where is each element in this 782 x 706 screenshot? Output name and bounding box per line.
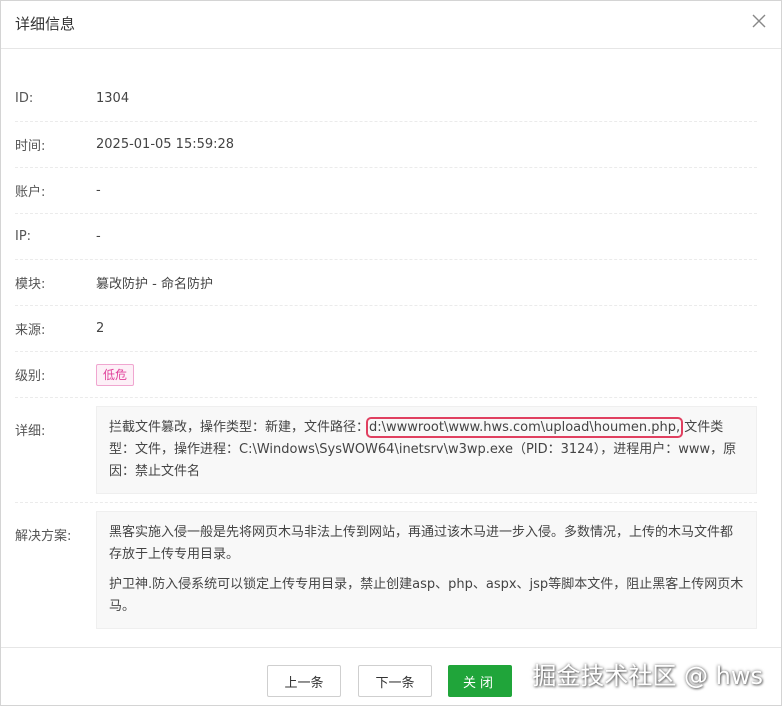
ip-label: IP:	[15, 229, 32, 244]
row-id: ID: 1304	[15, 76, 757, 122]
row-account: 账户: -	[15, 168, 757, 214]
module-label: 模块:	[15, 277, 46, 292]
solution-paragraph: 黑客实施入侵一般是先将网页木马非法上传到网站，再通过该木马进一步入侵。多数情况，…	[109, 525, 734, 562]
dialog-body: ID: 1304 时间: 2025-01-05 15:59:28 账户: - I…	[1, 50, 781, 647]
detail-dialog: 详细信息 ID: 1304 时间: 2025-01-05 15:59:28 账户…	[0, 0, 782, 706]
prev-button[interactable]: 上一条	[267, 665, 341, 697]
highlighted-file-path: d:\wwwroot\www.hws.com\upload\houmen.php…	[366, 417, 684, 438]
close-icon[interactable]	[749, 11, 769, 31]
source-label: 来源:	[15, 323, 46, 338]
id-label: ID:	[15, 91, 34, 106]
row-module: 模块: 篡改防护 - 命名防护	[15, 260, 757, 306]
level-label: 级别:	[15, 369, 46, 384]
solution-paragraph: 护卫神.防入侵系统可以锁定上传专用目录，禁止创建asp、php、aspx、jsp…	[109, 577, 744, 614]
row-ip: IP: -	[15, 214, 757, 260]
level-badge: 低危	[96, 363, 135, 386]
watermark: 掘金技术社区 @ hws	[532, 662, 763, 690]
close-button[interactable]: 关闭	[448, 665, 512, 697]
solution-box: 黑客实施入侵一般是先将网页木马非法上传到网站，再通过该木马进一步入侵。多数情况，…	[96, 511, 757, 629]
row-level: 级别: 低危	[15, 352, 757, 398]
row-time: 时间: 2025-01-05 15:59:28	[15, 122, 757, 168]
source-value: 2	[96, 321, 105, 336]
next-button[interactable]: 下一条	[358, 665, 432, 697]
dialog-header: 详细信息	[1, 1, 781, 49]
time-label: 时间:	[15, 139, 46, 154]
detail-prefix: 拦截文件篡改，操作类型：新建，文件路径：	[109, 420, 370, 435]
account-label: 账户:	[15, 185, 46, 200]
account-value: -	[96, 183, 101, 198]
detail-box: 拦截文件篡改，操作类型：新建，文件路径：d:\wwwroot\www.hws.c…	[96, 406, 757, 494]
solution-label: 解决方案:	[15, 529, 72, 544]
row-detail: 详细: 拦截文件篡改，操作类型：新建，文件路径：d:\wwwroot\www.h…	[15, 398, 757, 503]
row-source: 来源: 2	[15, 306, 757, 352]
module-value: 篡改防护 - 命名防护	[96, 277, 213, 292]
id-value: 1304	[96, 91, 130, 106]
dialog-footer: 上一条 下一条 关闭 掘金技术社区 @ hws	[1, 647, 781, 705]
ip-value: -	[96, 229, 101, 244]
dialog-title: 详细信息	[15, 15, 76, 33]
detail-label: 详细:	[15, 424, 46, 439]
time-value: 2025-01-05 15:59:28	[96, 137, 235, 152]
row-solution: 解决方案: 黑客实施入侵一般是先将网页木马非法上传到网站，再通过该木马进一步入侵…	[15, 503, 757, 637]
